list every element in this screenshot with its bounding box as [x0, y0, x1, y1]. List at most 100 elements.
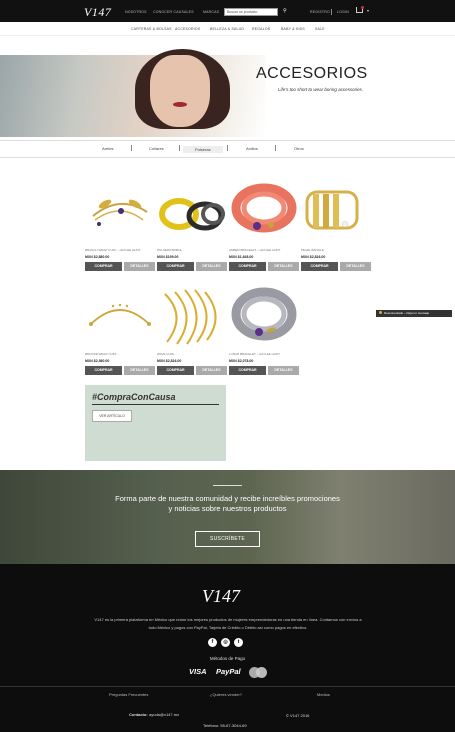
page-title: ACCESORIOS [256, 65, 368, 82]
product-price: MXN $2,360.00 [85, 359, 110, 363]
product-name[interactable]: PULSERA BOBLE [157, 248, 227, 252]
product-price: MXN $2,816.00 [157, 359, 182, 363]
hero-model-face [150, 55, 210, 127]
footer-logo[interactable]: V147 [202, 586, 240, 607]
buy-button[interactable]: COMPRAR [85, 262, 122, 271]
phone-number: Teléfono: 55-67-3044-69 [203, 723, 247, 728]
compra-con-causa-card[interactable]: #CompraConCausa VER ARTÍCULO [85, 385, 226, 461]
details-button[interactable]: DETALLES [340, 262, 371, 271]
footer-description: V147 es la primera plataforma en México … [72, 616, 384, 632]
subscribe-button[interactable]: SUSCRÍBETE [195, 531, 260, 547]
bracelet-image [159, 198, 225, 231]
instagram-icon[interactable]: ◎ [221, 638, 230, 647]
product-image[interactable] [301, 180, 371, 244]
filter-otros[interactable]: Otros [294, 146, 304, 151]
top-bar: V147 NOSOTROS CONOCER CAUSALES MARCAS Bu… [0, 0, 455, 22]
category-regalos[interactable]: REGALOS [252, 27, 270, 31]
category-sale[interactable]: SALE [315, 27, 325, 31]
nav-registro[interactable]: REGISTRO [310, 10, 330, 14]
product-image[interactable] [85, 284, 155, 348]
bracelet-image [164, 289, 217, 345]
category-belleza[interactable]: BELLEZA & SALUD [210, 27, 244, 31]
product-card[interactable]: PULSERA BOBLE MXN $199.00 COMPRAR DETALL… [157, 180, 227, 271]
nav-nosotros[interactable]: NOSOTROS [125, 10, 147, 14]
category-nav: CARTERAS & BOLSAS ACCESORIOS BELLEZA & S… [0, 22, 455, 36]
category-carteras[interactable]: CARTERAS & BOLSAS [131, 27, 172, 31]
product-name[interactable]: WAVE CUFF… [157, 352, 227, 356]
details-button[interactable]: DETALLES [196, 262, 227, 271]
nav-divider [331, 9, 332, 15]
buy-button[interactable]: COMPRAR [157, 262, 194, 271]
newsletter-banner: Forma parte de nuestra comunidad y recib… [0, 470, 455, 564]
product-image[interactable] [229, 180, 299, 244]
copyright: © V147 2016 [286, 713, 310, 718]
product-name[interactable]: PEARL BANGLE [301, 248, 371, 252]
nav-conocer-causales[interactable]: CONOCER CAUSALES [153, 10, 194, 14]
view-article-button[interactable]: VER ARTÍCULO [92, 410, 132, 422]
bracelet-image [92, 199, 148, 226]
details-button[interactable]: DETALLES [124, 366, 155, 375]
nav-login[interactable]: LOGIN [337, 10, 349, 14]
product-price: MXN $2,078.00 [229, 359, 254, 363]
buy-button[interactable]: COMPRAR [229, 366, 266, 375]
footer: V147 V147 es la primera plataforma en Mé… [0, 564, 455, 732]
product-card[interactable]: LUNAR BRACELET – HAYLEE HUNT MXN $2,078.… [229, 284, 299, 375]
details-button[interactable]: DETALLES [268, 262, 299, 271]
footer-description-line-2: todo México y pagos con PayPal, Tarjeta … [148, 625, 308, 630]
cause-title: #CompraConCausa [92, 392, 176, 402]
details-button[interactable]: DETALLES [268, 366, 299, 375]
mastercard-icon [249, 667, 267, 678]
site-logo[interactable]: V147 [84, 5, 111, 20]
bracelet-image [231, 183, 297, 233]
chevron-down-icon[interactable]: ▾ [367, 8, 369, 13]
buy-button[interactable]: COMPRAR [157, 366, 194, 375]
buy-button[interactable]: COMPRAR [301, 262, 338, 271]
product-card[interactable]: PEARL BANGLE MXN $2,816.00 COMPRAR DETAL… [301, 180, 371, 271]
product-name[interactable]: BRANCH WRAP CUFF – HAYLEE HUNT [85, 248, 155, 252]
facebook-icon[interactable]: f [208, 638, 217, 647]
footer-description-line-1: V147 es la primera plataforma en México … [94, 617, 362, 622]
category-baby-kids[interactable]: BABY & KIDS [281, 27, 305, 31]
bracelet-image [305, 190, 359, 230]
page-subtitle: Life's too short to wear boring accessor… [278, 87, 364, 92]
nav-marcas[interactable]: MARCAS [203, 10, 219, 14]
search-input[interactable]: Buscar un producto [224, 8, 278, 16]
faq-link[interactable]: Preguntas Frecuentes [109, 692, 148, 697]
chat-widget[interactable]: Desconectado – Deja un mensaje [376, 310, 452, 317]
product-name[interactable]: BROOKE WRAP CUFF… [85, 352, 155, 356]
filter-aretes[interactable]: Aretes [102, 146, 114, 151]
buy-button[interactable]: COMPRAR [229, 262, 266, 271]
filter-pulseras[interactable]: Pulseras [183, 146, 223, 153]
filter-divider [179, 145, 180, 151]
details-button[interactable]: DETALLES [196, 366, 227, 375]
buy-button[interactable]: COMPRAR [85, 366, 122, 375]
product-card[interactable]: BROOKE WRAP CUFF… MXN $2,360.00 COMPRAR … [85, 284, 155, 375]
product-image[interactable] [85, 180, 155, 244]
product-price: MXN $2,816.00 [301, 255, 326, 259]
contact-email[interactable]: ayuda@v147.mx [149, 712, 179, 717]
product-image[interactable] [157, 284, 227, 348]
product-image[interactable] [157, 180, 227, 244]
filter-collares[interactable]: Collares [149, 146, 164, 151]
product-card[interactable]: BRANCH WRAP CUFF – HAYLEE HUNT MXN $2,88… [85, 180, 155, 271]
bracelet-image [89, 303, 151, 326]
product-card[interactable]: AMBER BRACELET – HAYLEE HUNT MXN $1,648.… [229, 180, 299, 271]
twitter-icon[interactable]: t [234, 638, 243, 647]
chat-label: Desconectado – Deja un mensaje [384, 311, 430, 315]
category-accesorios[interactable]: ACCESORIOS [175, 27, 200, 31]
filter-anillos[interactable]: Anillos [246, 146, 258, 151]
details-button[interactable]: DETALLES [124, 262, 155, 271]
paypal-logo: PayPal [216, 667, 241, 676]
search-icon[interactable]: ⚲ [283, 8, 287, 14]
filter-divider [227, 145, 228, 151]
product-image[interactable] [229, 284, 299, 348]
product-name[interactable]: LUNAR BRACELET – HAYLEE HUNT [229, 352, 299, 356]
sell-link[interactable]: ¿Quieres vender? [210, 692, 242, 697]
hero-banner: ACCESORIOS Life's too short to wear bori… [0, 49, 455, 137]
product-name[interactable]: AMBER BRACELET – HAYLEE HUNT [229, 248, 299, 252]
newsletter-text: Forma parte de nuestra comunidad y recib… [90, 494, 365, 514]
product-card[interactable]: WAVE CUFF… MXN $2,816.00 COMPRAR DETALLE… [157, 284, 227, 375]
media-link[interactable]: Medios [317, 692, 330, 697]
product-price: MXN $199.00 [157, 255, 179, 259]
product-price: MXN $1,648.00 [229, 255, 254, 259]
